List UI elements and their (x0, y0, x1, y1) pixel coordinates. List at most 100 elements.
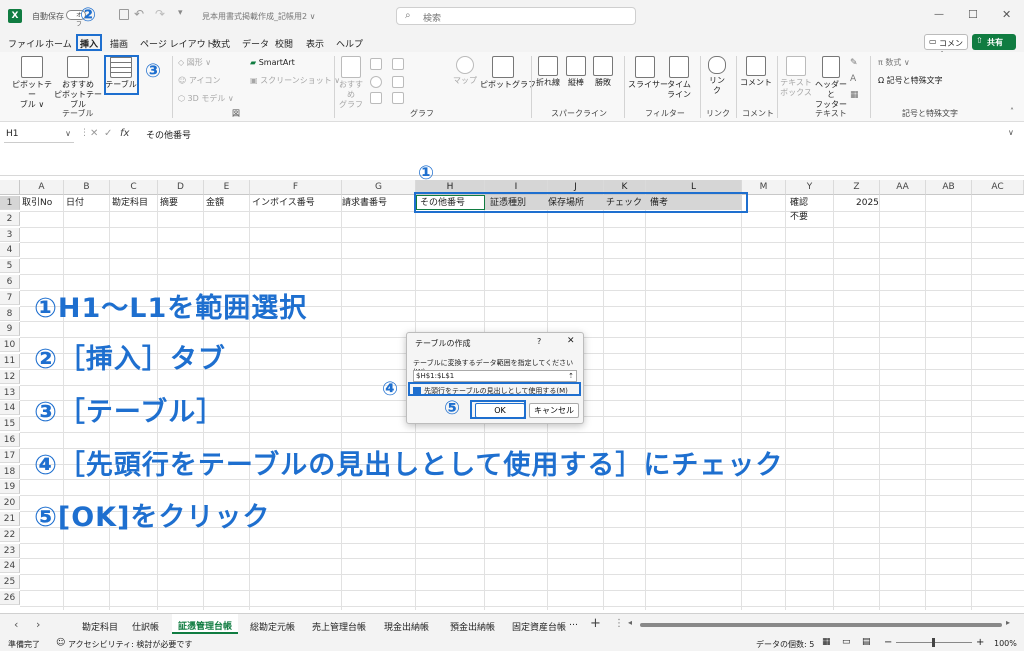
document-title[interactable]: 見本用書式掲載作成_記帳用2 ∨ (202, 11, 316, 22)
row-header-9[interactable]: 9 (0, 322, 20, 337)
dialog-close-button[interactable]: ✕ (567, 336, 575, 346)
textbox-button[interactable]: テキスト ボックス (780, 56, 812, 98)
row-header-10[interactable]: 10 (0, 338, 20, 353)
column-header-M[interactable]: M (742, 180, 786, 195)
shapes-button[interactable]: ◇ 図形 ∨ (178, 58, 211, 68)
cell-Y1[interactable]: 確認 (790, 196, 808, 210)
zoom-slider-thumb[interactable] (932, 638, 935, 647)
column-header-Y[interactable]: Y (786, 180, 834, 195)
tab-data[interactable]: データ (242, 37, 269, 50)
recommended-graph-button[interactable]: おすすめ グラフ (338, 56, 364, 110)
equation-button[interactable]: π 数式 ∨ (878, 58, 910, 68)
range-collapse-icon[interactable]: ⇡ (568, 371, 574, 382)
cell-A1[interactable]: 取引No (22, 196, 52, 210)
zoom-level[interactable]: 100% (994, 639, 1017, 648)
row-header-13[interactable]: 13 (0, 385, 20, 400)
3d-model-button[interactable]: ⬡ 3D モデル ∨ (178, 94, 234, 104)
row-header-18[interactable]: 18 (0, 464, 20, 479)
tab-options-icon[interactable]: ⋮ (614, 618, 624, 629)
column-header-AA[interactable]: AA (880, 180, 926, 195)
pivot-graph-button[interactable]: ピボットグラフ (480, 56, 536, 90)
row-header-1[interactable]: 1 (0, 196, 20, 210)
row-header-22[interactable]: 22 (0, 527, 20, 542)
maximize-button[interactable]: ☐ (968, 8, 978, 21)
timeline-button[interactable]: タイム ライン (665, 56, 693, 100)
cell-Y2[interactable]: 不要 (790, 210, 808, 224)
normal-view-icon[interactable]: ▦ (822, 637, 831, 647)
row-header-11[interactable]: 11 (0, 354, 20, 368)
tab-file[interactable]: ファイル (8, 37, 44, 50)
zoom-slider[interactable] (896, 638, 972, 647)
tab-review[interactable]: 校閲 (275, 37, 293, 50)
cell-C1[interactable]: 勘定科目 (112, 196, 148, 210)
cell-D1[interactable]: 摘要 (160, 196, 178, 210)
sheet-next-button[interactable]: › (36, 618, 40, 631)
row-header-4[interactable]: 4 (0, 243, 20, 258)
sheet-tab-fixed-assets[interactable]: 固定資産台帳 (512, 620, 566, 633)
sheet-tab-sales[interactable]: 売上管理台帳 (312, 620, 366, 633)
confirm-entry-icon[interactable]: ✓ (104, 128, 112, 139)
tab-draw[interactable]: 描画 (110, 37, 128, 50)
formula-input[interactable]: その他番号 (146, 128, 191, 141)
row-header-23[interactable]: 23 (0, 543, 20, 558)
row-header-5[interactable]: 5 (0, 259, 20, 274)
sheet-tab-accounts[interactable]: 勘定科目 (82, 620, 118, 633)
cell-F1[interactable]: インボイス番号 (252, 196, 315, 210)
scroll-left-icon[interactable]: ◂ (628, 618, 632, 627)
pivot-table-button[interactable]: ピボットテー ブル ∨ (12, 56, 52, 110)
row-header-25[interactable]: 25 (0, 575, 20, 590)
accessibility-status[interactable]: アクセシビリティ: 検討が必要です (68, 639, 192, 650)
column-header-D[interactable]: D (158, 180, 204, 195)
row-header-2[interactable]: 2 (0, 211, 20, 226)
select-all-corner[interactable] (0, 180, 20, 195)
tab-formulas[interactable]: 数式 (212, 37, 230, 50)
row-header-7[interactable]: 7 (0, 290, 20, 305)
column-header-B[interactable]: B (64, 180, 110, 195)
map-button[interactable]: マップ (452, 56, 478, 86)
zoom-out-button[interactable]: − (884, 637, 892, 648)
minimize-button[interactable]: — (934, 9, 944, 20)
symbol-button[interactable]: Ω 記号と特殊文字 (878, 76, 943, 86)
header-footer-button[interactable]: ヘッダーと フッター (814, 56, 848, 110)
row-header-8[interactable]: 8 (0, 306, 20, 321)
row-header-12[interactable]: 12 (0, 369, 20, 384)
row-header-24[interactable]: 24 (0, 559, 20, 574)
cancel-button[interactable]: キャンセル (529, 403, 579, 418)
column-header-F[interactable]: F (250, 180, 342, 195)
chart-type-icons[interactable] (370, 58, 430, 106)
row-header-15[interactable]: 15 (0, 417, 20, 432)
add-sheet-button[interactable]: + (590, 616, 601, 631)
cell-Z1[interactable]: 2025 (856, 196, 879, 210)
comment-ribbon-button[interactable]: コメント (740, 56, 772, 88)
save-icon[interactable] (119, 9, 129, 20)
cancel-entry-icon[interactable]: ✕ (90, 128, 98, 139)
sheet-tab-deposit[interactable]: 預金出納帳 (450, 620, 495, 633)
smartart-button[interactable]: ▰ SmartArt (250, 58, 295, 68)
icons-button[interactable]: ☺ アイコン (178, 76, 221, 86)
page-layout-view-icon[interactable]: ▭ (842, 637, 851, 647)
zoom-in-button[interactable]: + (976, 637, 984, 648)
name-box[interactable]: H1 ∨ (4, 128, 74, 143)
dialog-help-button[interactable]: ? (537, 337, 541, 346)
page-break-view-icon[interactable]: ▤ (862, 637, 871, 647)
more-sheets-icon[interactable]: … (569, 618, 578, 628)
tab-page-layout[interactable]: ページ レイアウト (140, 37, 215, 50)
ribbon-collapse-icon[interactable]: ˄ (1010, 107, 1014, 116)
sparkline-winloss-button[interactable]: 勝敗 (592, 56, 614, 88)
horizontal-scrollbar[interactable]: ◂ ▸ (628, 618, 1012, 628)
sheet-tab-cash[interactable]: 現金出納帳 (384, 620, 429, 633)
row-header-3[interactable]: 3 (0, 227, 20, 242)
sheet-tab-evidence-active[interactable]: 証憑管理台帳 (172, 614, 238, 634)
column-header-G[interactable]: G (342, 180, 416, 195)
comment-button[interactable]: ▭ コメント (924, 34, 968, 59)
tab-home[interactable]: ホーム (45, 37, 72, 50)
redo-icon[interactable]: ↷ (155, 7, 165, 21)
tab-view[interactable]: 表示 (306, 37, 324, 50)
column-header-AB[interactable]: AB (926, 180, 972, 195)
recommended-pivot-button[interactable]: おすすめ ピボットテーブル (54, 56, 102, 110)
sheet-tab-journal[interactable]: 仕訳帳 (132, 620, 159, 633)
sheet-prev-button[interactable]: ‹ (14, 618, 18, 631)
sparkline-column-button[interactable]: 縦棒 (565, 56, 587, 88)
row-header-14[interactable]: 14 (0, 401, 20, 416)
scrollbar-thumb[interactable] (640, 623, 1002, 627)
